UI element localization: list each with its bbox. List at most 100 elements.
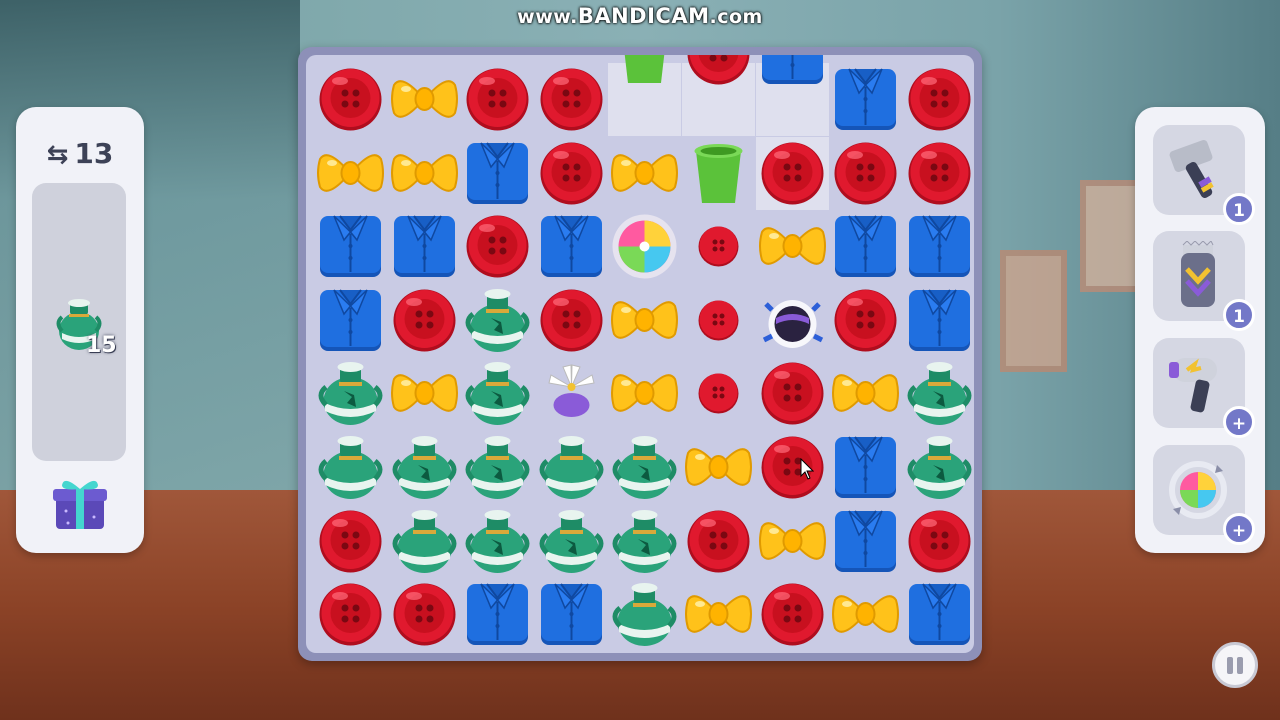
button-piece[interactable] xyxy=(829,284,902,357)
board-cell[interactable] xyxy=(314,431,387,504)
shirt-piece[interactable] xyxy=(903,284,974,357)
button-piece[interactable] xyxy=(756,137,829,210)
button-piece[interactable] xyxy=(388,578,461,651)
board-cell[interactable] xyxy=(314,137,387,210)
board-cell[interactable] xyxy=(682,578,755,651)
shirt-piece[interactable] xyxy=(314,284,387,357)
vase-cracked-piece[interactable] xyxy=(388,431,461,504)
vase-cracked-piece[interactable] xyxy=(461,431,534,504)
board-cell[interactable] xyxy=(903,284,974,357)
shirt-piece[interactable] xyxy=(314,210,387,283)
button-piece[interactable] xyxy=(461,210,534,283)
board-cell[interactable] xyxy=(756,431,829,504)
board-cell[interactable] xyxy=(829,357,902,430)
vase-piece[interactable] xyxy=(535,431,608,504)
board-cell[interactable] xyxy=(829,431,902,504)
board-cell[interactable] xyxy=(608,284,681,357)
booster-hair-dryer[interactable]: + xyxy=(1153,338,1255,438)
board-cell[interactable] xyxy=(608,578,681,651)
board-cell[interactable] xyxy=(755,136,829,210)
board-cell[interactable] xyxy=(388,284,461,357)
button-piece[interactable] xyxy=(535,137,608,210)
cup-piece[interactable] xyxy=(682,137,755,210)
rainbow-piece[interactable] xyxy=(608,210,681,283)
board-cell[interactable] xyxy=(535,505,608,578)
shirt-piece[interactable] xyxy=(756,55,829,90)
board-cell[interactable] xyxy=(388,578,461,651)
board-cell[interactable] xyxy=(829,578,902,651)
button-piece[interactable] xyxy=(756,578,829,651)
board-cell[interactable] xyxy=(535,578,608,651)
board-cell[interactable] xyxy=(829,210,902,283)
board-cell[interactable] xyxy=(755,55,829,136)
propeller-piece[interactable] xyxy=(535,357,608,430)
bow-piece[interactable] xyxy=(388,63,461,136)
board-cell[interactable] xyxy=(682,505,755,578)
board-cell[interactable] xyxy=(388,357,461,430)
board-cell[interactable] xyxy=(461,63,534,136)
shirt-piece[interactable] xyxy=(461,137,534,210)
shirt-piece[interactable] xyxy=(829,63,902,136)
bow-piece[interactable] xyxy=(682,431,755,504)
shirt-piece[interactable] xyxy=(388,210,461,283)
vase-cracked-piece[interactable] xyxy=(608,505,681,578)
vase-cracked-piece[interactable] xyxy=(461,505,534,578)
board-cell[interactable] xyxy=(461,210,534,283)
button-piece[interactable] xyxy=(461,63,534,136)
booster-hammer[interactable]: 1 xyxy=(1153,125,1255,225)
board-cell[interactable] xyxy=(314,578,387,651)
vase-piece[interactable] xyxy=(388,505,461,578)
bow-piece[interactable] xyxy=(388,137,461,210)
board-cell[interactable] xyxy=(461,357,534,430)
shirt-piece[interactable] xyxy=(535,210,608,283)
board-cell[interactable] xyxy=(608,137,681,210)
board-cell[interactable] xyxy=(903,505,974,578)
button-piece[interactable] xyxy=(388,284,461,357)
shirt-piece[interactable] xyxy=(829,210,902,283)
vase-piece[interactable] xyxy=(608,578,681,651)
board-cell[interactable] xyxy=(535,137,608,210)
vase-piece[interactable] xyxy=(314,431,387,504)
button-piece[interactable] xyxy=(535,284,608,357)
board-cell[interactable] xyxy=(388,63,461,136)
shirt-piece[interactable] xyxy=(535,578,608,651)
booster-shuffle[interactable]: + xyxy=(1153,445,1255,545)
shirt-piece[interactable] xyxy=(829,431,902,504)
add-booster-button[interactable]: + xyxy=(1223,513,1255,545)
bow-piece[interactable] xyxy=(682,578,755,651)
board-cell[interactable] xyxy=(903,578,974,651)
button-piece[interactable] xyxy=(682,505,755,578)
board-cell[interactable] xyxy=(829,63,902,136)
shirt-piece[interactable] xyxy=(903,578,974,651)
gift-box-icon[interactable] xyxy=(50,473,110,531)
bow-piece[interactable] xyxy=(756,505,829,578)
button-piece[interactable] xyxy=(903,63,974,136)
board-cell[interactable] xyxy=(388,137,461,210)
board-cell[interactable] xyxy=(314,63,387,136)
vase-cracked-piece[interactable] xyxy=(903,357,974,430)
board-cell[interactable] xyxy=(682,55,755,136)
bow-piece[interactable] xyxy=(829,357,902,430)
vase-cracked-piece[interactable] xyxy=(608,431,681,504)
board-cell[interactable] xyxy=(829,137,902,210)
board-cell[interactable] xyxy=(756,284,829,357)
button-piece[interactable] xyxy=(903,137,974,210)
board-cell[interactable] xyxy=(535,284,608,357)
small-button-piece[interactable] xyxy=(682,284,755,357)
shirt-piece[interactable] xyxy=(903,210,974,283)
bomb-piece[interactable] xyxy=(756,284,829,357)
button-piece[interactable] xyxy=(314,578,387,651)
button-piece[interactable] xyxy=(682,55,755,90)
board-cell[interactable] xyxy=(756,505,829,578)
board-cell[interactable] xyxy=(903,210,974,283)
board-cell[interactable] xyxy=(388,505,461,578)
board-cell[interactable] xyxy=(903,431,974,504)
button-piece[interactable] xyxy=(314,505,387,578)
small-button-piece[interactable] xyxy=(682,357,755,430)
button-piece[interactable] xyxy=(903,505,974,578)
bow-piece[interactable] xyxy=(608,137,681,210)
board-cell[interactable] xyxy=(314,505,387,578)
vase-cracked-piece[interactable] xyxy=(461,284,534,357)
shirt-piece[interactable] xyxy=(829,505,902,578)
cup-piece[interactable] xyxy=(608,55,681,90)
